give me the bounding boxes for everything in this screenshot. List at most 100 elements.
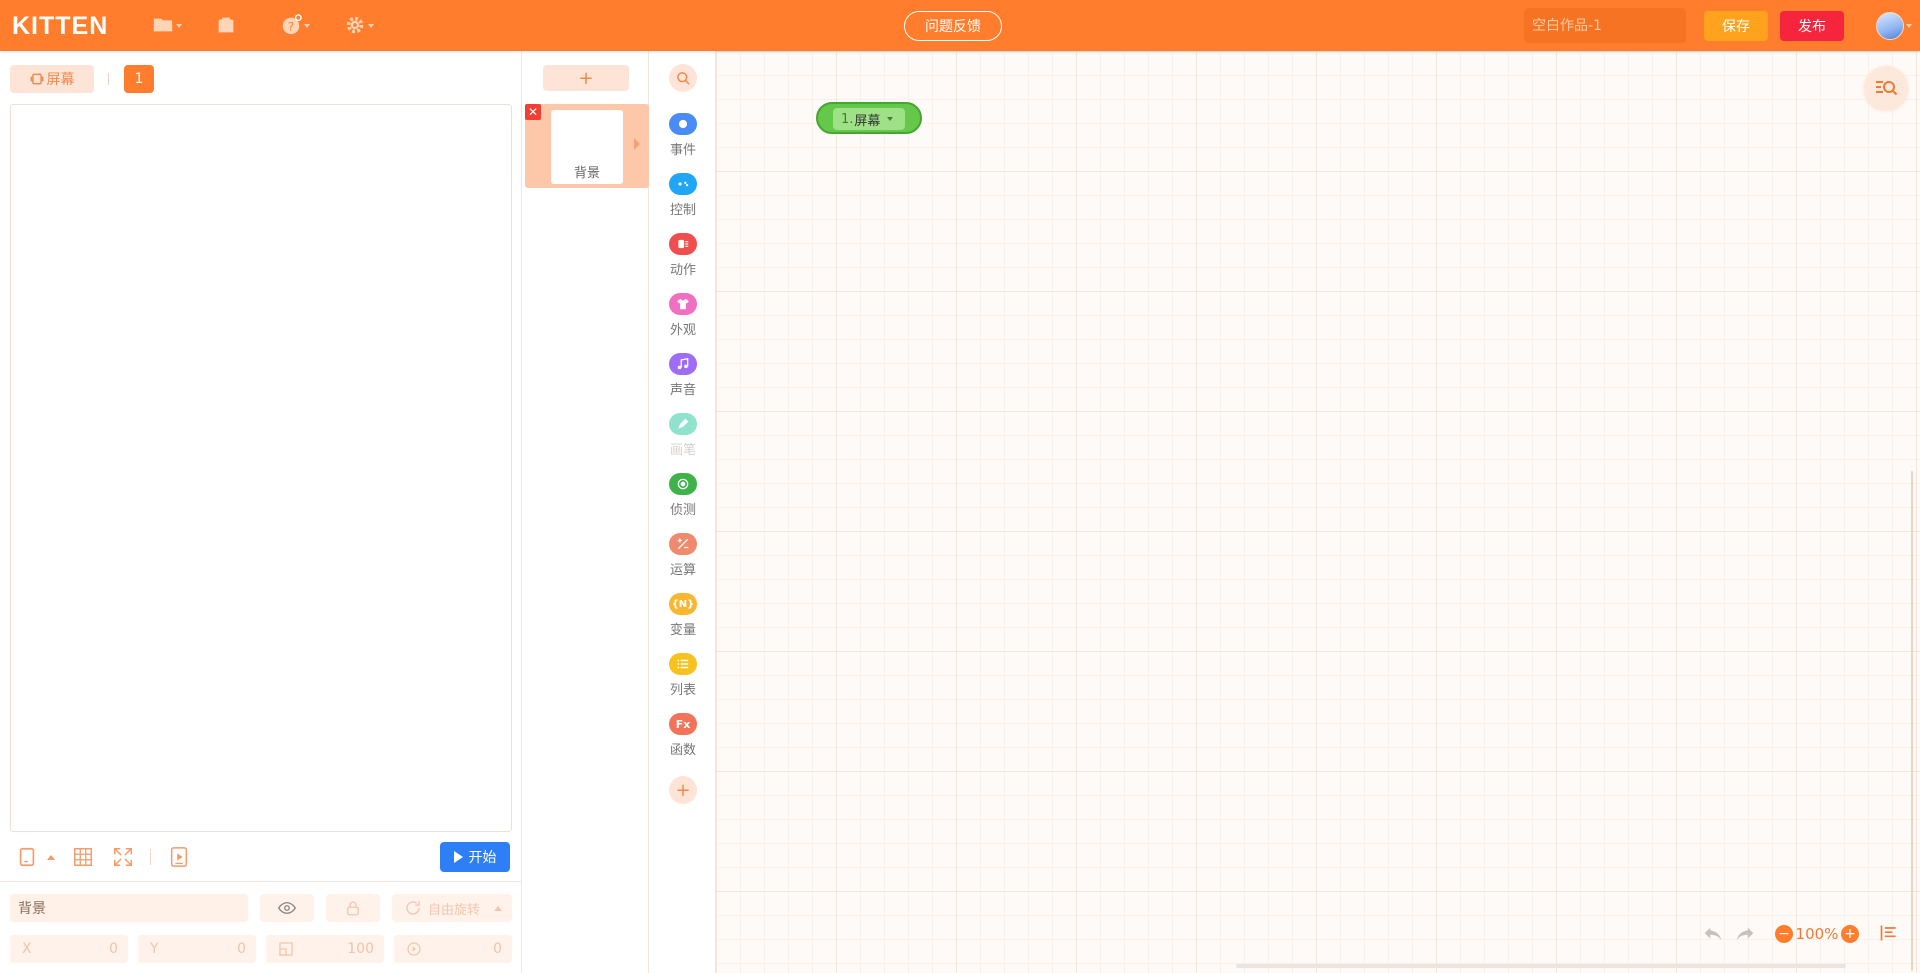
folder-menu-button[interactable] xyxy=(152,14,182,36)
event-icon xyxy=(669,113,697,135)
chevron-down-icon xyxy=(887,117,894,121)
y-label: Y xyxy=(150,941,159,957)
delete-sprite-button[interactable]: ✕ xyxy=(525,104,541,120)
sprite-card-background[interactable]: 背景 ✕ xyxy=(525,104,649,188)
fullscreen-button[interactable] xyxy=(112,846,136,870)
zoom-level: 100% xyxy=(1795,925,1839,943)
folder-icon xyxy=(153,18,173,32)
screen-tab[interactable]: 屏幕 xyxy=(10,65,94,93)
x-field[interactable]: X 0 xyxy=(10,935,128,963)
category-variables[interactable]: {N} 变量 xyxy=(650,593,716,643)
add-extension-button[interactable]: + xyxy=(669,776,697,804)
operators-icon xyxy=(669,533,697,555)
rotation-mode-label: 自由旋转 xyxy=(428,902,481,918)
block-search-button[interactable] xyxy=(669,64,697,92)
y-field[interactable]: Y 0 xyxy=(138,935,256,963)
screen-event-block[interactable]: 1. 屏幕 xyxy=(816,102,922,134)
workspace-search-button[interactable] xyxy=(1864,66,1908,110)
stage-panel: 屏幕 1 开始 自由旋转 X 0 Y 0 100 xyxy=(0,51,522,973)
x-value: 0 xyxy=(109,941,118,957)
eye-icon xyxy=(278,902,296,914)
sprite-name-input[interactable] xyxy=(10,894,248,922)
arrange-blocks-button[interactable] xyxy=(1879,923,1901,945)
chevron-down-icon xyxy=(368,24,374,28)
project-title-input[interactable] xyxy=(1524,8,1686,43)
chevron-down-icon xyxy=(304,24,310,28)
feedback-button[interactable]: 问题反馈 xyxy=(904,11,1002,41)
chevron-up-icon xyxy=(494,905,503,911)
category-label: 列表 xyxy=(669,683,696,698)
x-label: X xyxy=(22,941,32,957)
chevron-up-icon[interactable] xyxy=(47,855,55,860)
screen-block-label: 屏幕 xyxy=(854,113,881,129)
redo-button[interactable] xyxy=(1734,923,1758,945)
category-label: 画笔 xyxy=(669,443,696,458)
svg-text:?: ? xyxy=(288,20,294,34)
variable-icon: {N} xyxy=(669,593,697,615)
settings-menu-button[interactable] xyxy=(344,14,374,36)
publish-button[interactable]: 发布 xyxy=(1780,11,1844,41)
code-workspace[interactable]: 1. 屏幕 − 100% + xyxy=(716,51,1920,973)
grid-toggle-button[interactable] xyxy=(72,846,96,870)
horizontal-scrollbar[interactable] xyxy=(1236,964,1846,968)
sensing-icon xyxy=(669,473,697,495)
preview-play-icon xyxy=(170,847,188,867)
start-label: 开始 xyxy=(468,849,497,865)
device-icon xyxy=(19,847,35,867)
resize-icon xyxy=(279,942,293,956)
screen-number-tab[interactable]: 1 xyxy=(124,65,154,93)
lock-icon xyxy=(347,901,359,916)
user-avatar[interactable] xyxy=(1876,12,1904,40)
category-sensing[interactable]: 侦测 xyxy=(650,473,716,523)
category-label: 控制 xyxy=(669,203,696,218)
motion-icon xyxy=(669,233,697,255)
category-label: 声音 xyxy=(669,383,696,398)
add-sprite-button[interactable]: + xyxy=(543,65,629,91)
stage-canvas[interactable] xyxy=(10,104,512,832)
preview-button[interactable] xyxy=(168,846,192,870)
kitten-logo[interactable]: KITTEN xyxy=(12,12,108,41)
category-label: 函数 xyxy=(669,743,696,758)
help-menu-button[interactable]: ? xyxy=(280,14,310,36)
screen-tab-label: 屏幕 xyxy=(46,72,75,88)
start-button[interactable]: 开始 xyxy=(440,842,510,872)
top-bar: KITTEN ? 问题反馈 保存 发布 xyxy=(0,0,1920,51)
y-value: 0 xyxy=(237,941,246,957)
play-icon xyxy=(453,851,463,863)
screen-dropdown[interactable]: 1. 屏幕 xyxy=(833,108,905,130)
grid-icon xyxy=(74,848,92,866)
visibility-toggle[interactable] xyxy=(260,894,314,922)
category-control[interactable]: 控制 xyxy=(650,173,716,223)
category-motion[interactable]: 动作 xyxy=(650,233,716,283)
lock-toggle[interactable] xyxy=(326,894,380,922)
category-lists[interactable]: 列表 xyxy=(650,653,716,703)
rotation-mode-select[interactable]: 自由旋转 xyxy=(392,894,512,922)
save-button[interactable]: 保存 xyxy=(1704,11,1768,41)
redo-icon xyxy=(1736,927,1754,941)
screen-icon xyxy=(30,73,43,85)
list-icon xyxy=(669,653,697,675)
zoom-out-button[interactable]: − xyxy=(1775,925,1793,943)
backpack-button[interactable] xyxy=(215,14,245,36)
category-functions[interactable]: Fx 函数 xyxy=(650,713,716,763)
device-button[interactable] xyxy=(16,846,40,870)
chevron-down-icon[interactable] xyxy=(1906,24,1912,28)
screen-block-number: 1. xyxy=(841,111,854,127)
size-field[interactable]: 100 xyxy=(266,935,384,963)
category-event[interactable]: 事件 xyxy=(650,113,716,163)
category-operators[interactable]: 运算 xyxy=(650,533,716,583)
fullscreen-icon xyxy=(114,848,132,866)
chevron-right-icon[interactable] xyxy=(634,138,640,150)
vertical-scrollbar[interactable] xyxy=(1911,471,1913,971)
undo-button[interactable] xyxy=(1702,923,1726,945)
category-pen[interactable]: 画笔 xyxy=(650,413,716,463)
gamepad-icon xyxy=(669,173,697,195)
sprite-label: 背景 xyxy=(573,166,600,181)
category-sound[interactable]: 声音 xyxy=(650,353,716,403)
direction-field[interactable]: 0 xyxy=(394,935,512,963)
zoom-in-button[interactable]: + xyxy=(1841,925,1859,943)
function-icon: Fx xyxy=(669,713,697,735)
category-looks[interactable]: 外观 xyxy=(650,293,716,343)
chevron-down-icon xyxy=(176,24,182,28)
rotate-icon xyxy=(406,901,420,915)
